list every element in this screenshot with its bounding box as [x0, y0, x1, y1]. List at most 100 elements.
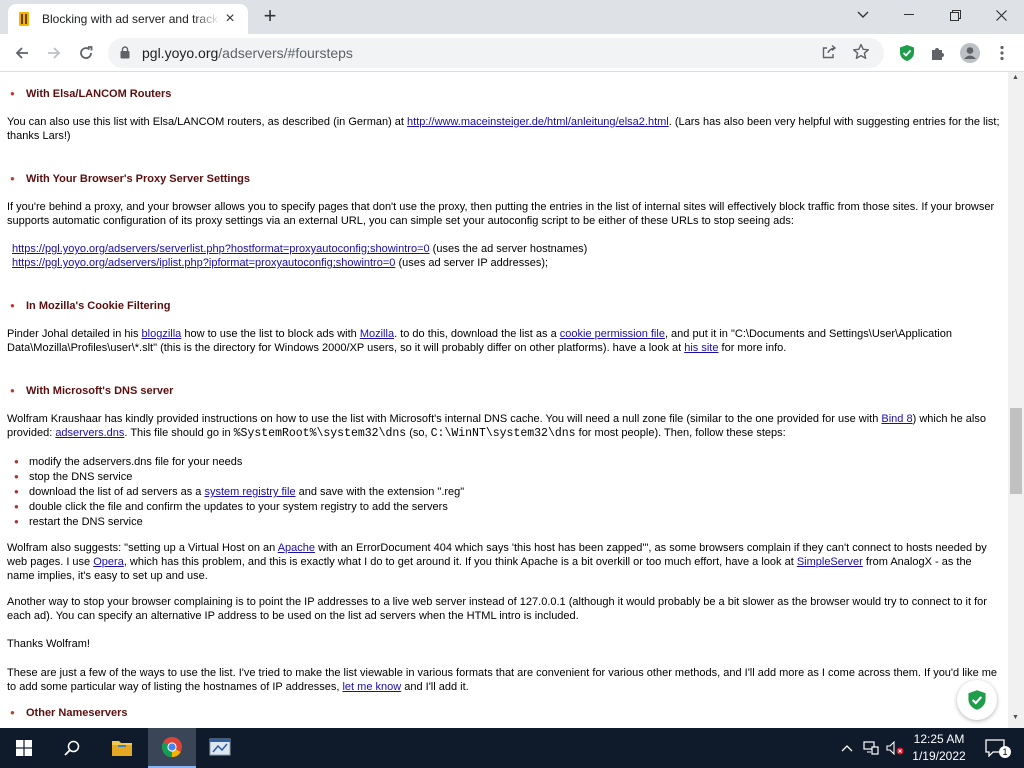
volume-button[interactable] — [884, 728, 906, 768]
text: how to use the list to block ads with — [181, 328, 360, 340]
text: modify the adservers.dns file for your n… — [29, 456, 243, 468]
bullet-icon: ● — [14, 472, 19, 481]
avatar-icon — [960, 43, 980, 63]
tab-search-icon[interactable] — [840, 0, 886, 30]
reload-icon — [80, 46, 93, 59]
paragraph-mozilla: Pinder Johal detailed in his blogzilla h… — [7, 327, 1002, 355]
list-item: ● restart the DNS service — [14, 515, 143, 529]
bookmark-star-icon[interactable] — [852, 43, 870, 61]
chevron-up-icon — [841, 745, 853, 752]
reload-button[interactable] — [72, 39, 100, 67]
url-text[interactable]: pgl.yoyo.org/adservers/#foursteps — [142, 45, 353, 61]
scroll-up-icon[interactable]: ▲ — [1012, 74, 1019, 81]
link-mozilla[interactable]: Mozilla — [360, 328, 394, 340]
app-window-icon — [209, 738, 231, 756]
taskbar-clock[interactable]: 12:25 AM 1/19/2022 — [905, 731, 973, 765]
link-opera[interactable]: Opera — [93, 556, 124, 568]
scroll-down-icon[interactable]: ▼ — [1012, 714, 1019, 721]
text: for more info. — [718, 342, 787, 354]
file-explorer-button[interactable] — [98, 728, 146, 768]
heading-dns: ● With Microsoft's DNS server — [10, 384, 173, 398]
address-bar[interactable]: pgl.yoyo.org/adservers/#foursteps — [108, 38, 884, 68]
close-window-button[interactable] — [978, 0, 1024, 30]
bullet-icon: ● — [14, 487, 19, 496]
list-item: ● download the list of ad servers as a sy… — [14, 485, 464, 499]
link-cookie-permission-file[interactable]: cookie permission file — [560, 328, 665, 340]
link-bind8[interactable]: Bind 8 — [881, 413, 912, 425]
paragraph-wolfram-suggests: Wolfram also suggests: "setting up a Vir… — [7, 541, 1002, 583]
text: and save with the extension ".reg" — [295, 486, 465, 498]
clock-time: 12:25 AM — [913, 732, 965, 746]
link-adservers-dns[interactable]: adservers.dns — [55, 427, 124, 439]
paragraph-dns: Wolfram Kraushaar has kindly provided in… — [7, 412, 1002, 441]
paragraph-thanks: Thanks Wolfram! — [7, 638, 90, 650]
list-item: ● stop the DNS service — [14, 470, 132, 484]
bullet-icon: ● — [10, 386, 15, 395]
lock-icon[interactable] — [120, 46, 130, 59]
link-system-registry-file[interactable]: system registry file — [204, 486, 295, 498]
show-hidden-icons-button[interactable] — [836, 728, 858, 768]
menu-button[interactable] — [988, 39, 1016, 67]
paragraph-proxy: If you're behind a proxy, and your brows… — [7, 201, 995, 227]
network-icon — [863, 741, 879, 755]
profile-button[interactable] — [956, 39, 984, 67]
minimize-button[interactable] — [886, 0, 932, 30]
bullet-icon: ● — [10, 708, 15, 717]
browser-toolbar: pgl.yoyo.org/adservers/#foursteps — [0, 34, 1024, 72]
forward-arrow-icon — [48, 47, 61, 59]
text: Wolfram also suggests: "setting up a Vir… — [7, 542, 278, 554]
scrollbar-thumb[interactable] — [1010, 408, 1022, 494]
heading-proxy: ● With Your Browser's Proxy Server Settin… — [10, 172, 250, 186]
link-apache[interactable]: Apache — [278, 542, 315, 554]
link-his-site[interactable]: his site — [684, 342, 718, 354]
code-path: C:\WinNT\system32\dns — [430, 427, 576, 440]
vertical-scrollbar[interactable]: ▲ ▼ — [1008, 72, 1024, 728]
search-icon — [64, 740, 80, 756]
shield-check-icon — [968, 690, 986, 710]
text: and I'll add it. — [401, 681, 469, 693]
url-path: /adservers/#foursteps — [218, 45, 353, 61]
chrome-taskbar-button[interactable] — [148, 728, 196, 768]
start-button[interactable] — [0, 728, 48, 768]
adblock-extension-button[interactable] — [893, 39, 921, 67]
link-elsa-guide[interactable]: http://www.maceinsteiger.de/html/anleitu… — [407, 116, 669, 128]
new-tab-button[interactable]: + — [258, 5, 282, 28]
text: (uses the ad server hostnames) — [429, 243, 588, 255]
text: . to do this, download the list as a — [394, 328, 560, 340]
text: Pinder Johal detailed in his — [7, 328, 142, 340]
floating-shield-button[interactable] — [957, 680, 997, 720]
text: for most people). Then, follow these ste… — [575, 427, 786, 439]
text: download the list of ad servers as a — [29, 486, 205, 498]
forward-button[interactable] — [40, 39, 68, 67]
heading-text: In Mozilla's Cookie Filtering — [26, 300, 171, 312]
clock-date: 1/19/2022 — [912, 749, 966, 763]
bullet-icon: ● — [10, 301, 15, 310]
share-icon[interactable] — [821, 44, 837, 60]
restore-button[interactable] — [932, 0, 978, 30]
network-button[interactable] — [860, 728, 882, 768]
link-let-me-know[interactable]: let me know — [342, 681, 401, 693]
browser-tab[interactable]: Blocking with ad server and tracking ser… — [8, 4, 248, 34]
heading-text: With Elsa/LANCOM Routers — [26, 88, 172, 100]
notifications-button[interactable]: 1 — [980, 728, 1011, 768]
app-taskbar-button[interactable] — [196, 728, 244, 768]
heading-mozilla: ● In Mozilla's Cookie Filtering — [10, 299, 170, 313]
text: (uses ad server IP addresses); — [395, 257, 549, 269]
extensions-button[interactable] — [924, 39, 952, 67]
kebab-menu-icon — [1000, 45, 1004, 61]
link-proxy-serverlist[interactable]: https://pgl.yoyo.org/adservers/serverlis… — [12, 243, 430, 255]
link-proxy-iplist[interactable]: https://pgl.yoyo.org/adservers/iplist.ph… — [12, 257, 395, 269]
proxy-link-line-1: https://pgl.yoyo.org/adservers/serverlis… — [12, 242, 1007, 256]
folder-icon — [112, 741, 132, 756]
heading-other-nameservers: ● Other Nameservers — [10, 706, 128, 720]
tab-close-icon[interactable]: × — [220, 9, 240, 29]
link-simpleserver[interactable]: SimpleServer — [797, 556, 863, 568]
bullet-icon: ● — [14, 502, 19, 511]
tab-strip: Blocking with ad server and tracking ser… — [0, 0, 1024, 34]
heading-text: Other Nameservers — [26, 707, 128, 719]
text: . This file should go in — [124, 427, 234, 439]
paragraph-another-way: Another way to stop your browser complai… — [7, 596, 987, 622]
back-button[interactable] — [8, 39, 36, 67]
search-button[interactable] — [48, 728, 96, 768]
link-blogzilla[interactable]: blogzilla — [142, 328, 182, 340]
